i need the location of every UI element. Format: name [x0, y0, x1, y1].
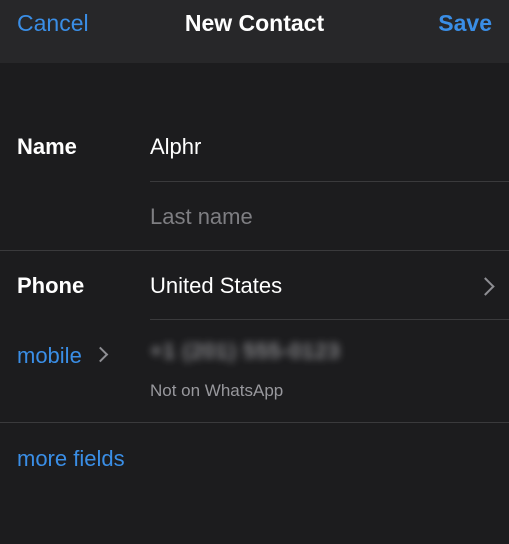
phone-type-selector[interactable]: mobile — [17, 343, 82, 369]
section-divider — [0, 422, 509, 423]
chevron-right-icon[interactable] — [92, 346, 109, 363]
save-button[interactable]: Save — [438, 10, 492, 37]
navigation-bar: Cancel New Contact Save — [0, 0, 509, 63]
section-divider — [0, 250, 509, 251]
name-section-label: Name — [17, 134, 77, 159]
whatsapp-status-text: Not on WhatsApp — [150, 381, 284, 400]
phone-section-label: Phone — [17, 273, 85, 298]
chevron-right-icon[interactable] — [476, 277, 495, 296]
page-title: New Contact — [184, 10, 325, 36]
country-selector[interactable]: United States — [150, 273, 282, 299]
country-divider — [150, 319, 509, 320]
phone-number-field[interactable]: +1 (201) 555-0123 — [150, 340, 340, 364]
last-name-field[interactable]: Last name — [150, 204, 253, 230]
first-name-divider — [150, 181, 509, 182]
new-contact-screen: Cancel New Contact Save Name Alphr Last … — [0, 0, 509, 544]
first-name-field[interactable]: Alphr — [150, 134, 201, 160]
more-fields-button[interactable]: more fields — [17, 446, 125, 472]
